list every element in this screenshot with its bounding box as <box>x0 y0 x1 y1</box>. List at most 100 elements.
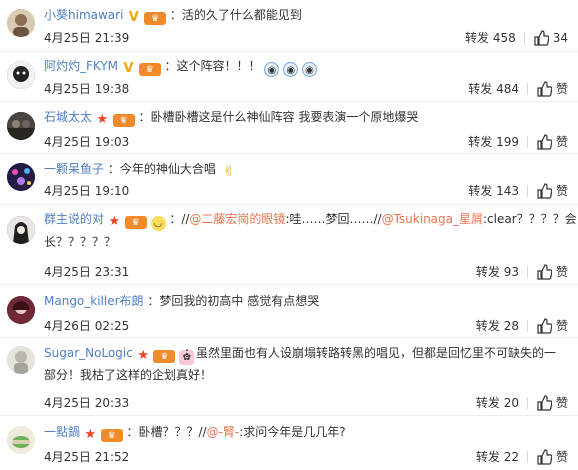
action-divider <box>526 136 528 148</box>
mention-link[interactable]: @二藤宏崗的眼镜 <box>189 212 285 226</box>
comment-text-prefix: ：卧槽？？？// <box>126 425 207 439</box>
avatar[interactable] <box>7 216 35 244</box>
comment-date: 4月25日 20:33 <box>44 396 130 410</box>
like-button[interactable]: 赞 <box>536 132 568 152</box>
comment-date: 4月25日 19:03 <box>44 135 130 149</box>
comment-text-mid: :哇……梦回……// <box>285 212 382 226</box>
comment-item: Sugar_NoLogic ★ ♛ ✿ ：虽然里面也有人设崩塌转路转黑的唱见，但… <box>0 338 578 416</box>
surprised-face-icon: ◉ <box>283 62 299 77</box>
like-label: 赞 <box>555 184 568 198</box>
avatar[interactable] <box>7 346 35 374</box>
commenter-name[interactable]: 小葵himawari <box>44 8 123 22</box>
action-divider <box>526 83 528 95</box>
comment-date: 4月25日 23:31 <box>44 265 130 279</box>
like-button[interactable]: 34 <box>533 28 568 48</box>
repost-button[interactable]: 转发 143 <box>468 181 519 201</box>
comment-text-line2: 长？？？？？ <box>44 235 117 249</box>
like-button[interactable]: 赞 <box>536 262 568 282</box>
like-button[interactable]: 赞 <box>536 79 568 99</box>
commenter-name[interactable]: 群主说的对 <box>44 212 104 226</box>
repost-button[interactable]: 转发 458 <box>465 28 516 48</box>
repost-button[interactable]: 转发 484 <box>468 79 519 99</box>
comment-text-prefix: ：// <box>169 212 190 226</box>
surprised-face-icon: ◉ <box>302 62 318 77</box>
ok-hand-icon: ✌ <box>222 162 235 180</box>
thumbs-up-icon <box>537 395 552 411</box>
like-label: 赞 <box>555 135 568 149</box>
thumbs-up-icon <box>537 449 552 465</box>
comment-date: 4月25日 21:39 <box>44 31 130 45</box>
action-divider <box>523 32 525 44</box>
action-divider <box>526 451 528 463</box>
like-label: 赞 <box>555 82 568 96</box>
comment-text: ：活的久了什么都能见到 <box>169 8 302 22</box>
like-label: 赞 <box>555 396 568 410</box>
vip-badge-icon: ♛ <box>124 216 147 229</box>
comment-text: ：卧槽卧槽这是什么神仙阵容 我要表演一个原地爆哭 <box>138 110 419 124</box>
vip-badge-icon: ♛ <box>112 114 135 127</box>
action-divider <box>526 320 528 332</box>
comment-item: 群主说的对 ★ ♛ ◡ ：//@二藤宏崗的眼镜:哇……梦回……//@Tsukin… <box>0 205 578 285</box>
star-badge-icon: ★ <box>84 427 97 442</box>
commenter-name[interactable]: 石城太太 <box>44 110 92 124</box>
vip-badge-icon: ♛ <box>138 63 161 76</box>
comment-item: 一點鍋 ★ ♛ ：卧槽？？？//@-腎-:求问今年是几几年? 4月25日 21:… <box>0 416 578 470</box>
comment-text: ：梦回我的初高中 感觉有点想哭 <box>147 294 320 308</box>
verified-badge-icon: V <box>128 10 139 25</box>
mention-link[interactable]: @Tsukinaga_星屑 <box>382 212 483 226</box>
commenter-name[interactable]: 阿灼灼_FKYM <box>44 59 118 73</box>
repost-button[interactable]: 转发 22 <box>476 447 519 467</box>
comment-text-suffix: :clear？？？？会 <box>483 212 577 226</box>
avatar[interactable] <box>7 426 35 454</box>
thumbs-up-icon <box>537 81 552 97</box>
comment-item: 阿灼灼_FKYM V ♛ ：这个阵容！！！ ◉ ◉ ◉ 4月25日 19:38 … <box>0 52 578 102</box>
vip-badge-icon: ♛ <box>144 12 167 25</box>
star-badge-icon: ★ <box>96 112 109 127</box>
comment-item: 石城太太 ★ ♛ ：卧槽卧槽这是什么神仙阵容 我要表演一个原地爆哭 4月25日 … <box>0 102 578 154</box>
comment-date: 4月25日 19:38 <box>44 82 130 96</box>
commenter-name[interactable]: Mango_killer布朗 <box>44 294 144 308</box>
avatar[interactable] <box>7 296 35 324</box>
thumbs-up-icon <box>537 264 552 280</box>
avatar[interactable] <box>7 9 35 37</box>
comment-text-suffix: :求问今年是几几年? <box>239 425 346 439</box>
avatar[interactable] <box>7 112 35 140</box>
action-divider <box>526 185 528 197</box>
avatar[interactable] <box>7 61 35 89</box>
verified-badge-icon: V <box>123 61 134 76</box>
like-button[interactable]: 赞 <box>536 393 568 413</box>
repost-button[interactable]: 转发 199 <box>468 132 519 152</box>
star-badge-icon: ★ <box>108 214 121 229</box>
like-count: 34 <box>552 31 568 45</box>
angel-face-icon: ◡ <box>150 216 166 231</box>
repost-button[interactable]: 转发 28 <box>476 316 519 336</box>
comment-list: 小葵himawari V ♛ ：活的久了什么都能见到 4月25日 21:39 转… <box>0 0 578 470</box>
thumbs-up-icon <box>537 183 552 199</box>
like-label: 赞 <box>555 450 568 464</box>
action-divider <box>526 397 528 409</box>
comment-date: 4月25日 21:52 <box>44 450 130 464</box>
surprised-face-icon: ◉ <box>264 62 280 77</box>
vip-badge-icon: ♛ <box>100 429 123 442</box>
like-label: 赞 <box>555 265 568 279</box>
avatar[interactable] <box>7 163 35 191</box>
comment-item: Mango_killer布朗 ：梦回我的初高中 感觉有点想哭 4月26日 02:… <box>0 285 578 338</box>
comment-date: 4月25日 19:10 <box>44 184 130 198</box>
repost-button[interactable]: 转发 93 <box>476 262 519 282</box>
action-divider <box>526 266 528 278</box>
like-button[interactable]: 赞 <box>536 316 568 336</box>
like-button[interactable]: 赞 <box>536 181 568 201</box>
thumbs-up-icon <box>534 30 549 46</box>
thumbs-up-icon <box>537 318 552 334</box>
comment-text: ：今年的神仙大合唱 <box>107 162 216 176</box>
repost-button[interactable]: 转发 20 <box>476 393 519 413</box>
like-button[interactable]: 赞 <box>536 447 568 467</box>
thumbs-up-icon <box>537 134 552 150</box>
comment-item: 一颗呆鱼子 ：今年的神仙大合唱 ✌ 4月25日 19:10 转发 143 赞 <box>0 154 578 205</box>
comment-text: ：这个阵容！！！ <box>164 59 261 73</box>
commenter-name[interactable]: 一點鍋 <box>44 425 80 439</box>
mention-link[interactable]: @-腎- <box>207 425 240 439</box>
comment-text: ：虽然里面也有人设崩塌转路转黑的唱见，但都是回忆里不可缺失的一部分！我枯了这样的… <box>44 346 557 382</box>
comment-item: 小葵himawari V ♛ ：活的久了什么都能见到 4月25日 21:39 转… <box>0 0 578 52</box>
commenter-name[interactable]: 一颗呆鱼子 <box>44 162 104 176</box>
